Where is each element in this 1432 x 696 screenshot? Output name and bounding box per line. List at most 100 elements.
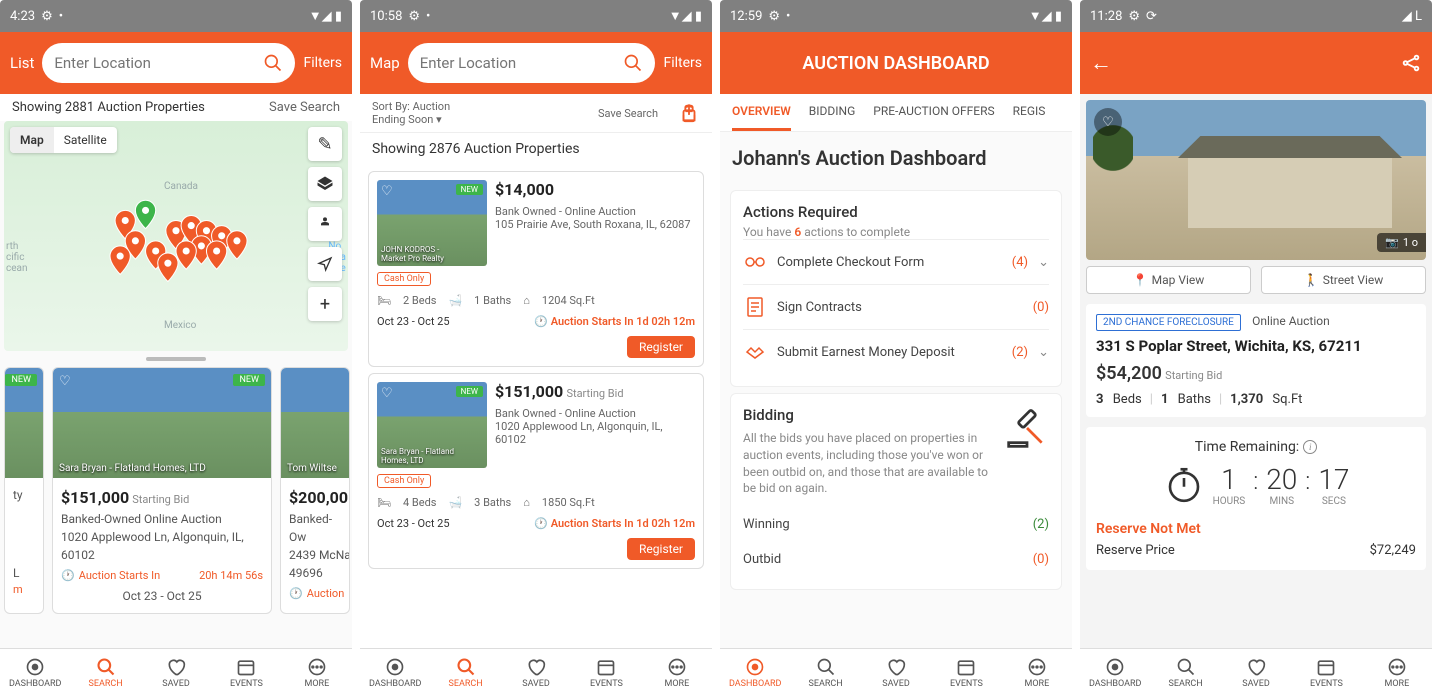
detail-header: ←: [1080, 32, 1432, 94]
street-view-button[interactable]: 🚶Street View: [1261, 266, 1426, 294]
nav-saved[interactable]: SAVED: [861, 649, 931, 696]
save-search-link[interactable]: Save Search: [269, 100, 340, 115]
status-bar: 12:59⚙• ▼◢ ▮: [720, 0, 1072, 32]
action-contracts[interactable]: Sign Contracts (0): [743, 284, 1049, 329]
starting-bid-price: $54,200: [1096, 363, 1162, 384]
search-field[interactable]: [42, 43, 295, 83]
auction-type: Bank Owned - Online Auction: [495, 407, 695, 420]
property-listcard[interactable]: ♡ NEW JOHN KODROS - Market Pro Realty $1…: [368, 171, 704, 367]
filters-button[interactable]: Filters: [663, 55, 702, 71]
nav-more[interactable]: MORE: [1002, 649, 1072, 696]
nav-search[interactable]: SEARCH: [1150, 649, 1220, 696]
card-auction: m: [13, 582, 35, 599]
card-dates: Oct 23 - Oct 25: [377, 315, 450, 328]
nav-dashboard[interactable]: DASHBOARD: [0, 649, 70, 696]
filters-button[interactable]: Filters: [303, 55, 342, 71]
property-card-partial[interactable]: Tom Wiltse $200,00 Banked-Ow 2439 McNa 4…: [280, 367, 350, 614]
timer-mins: 20: [1266, 463, 1297, 496]
nav-saved[interactable]: SAVED: [501, 649, 571, 696]
property-card-partial[interactable]: NEW ty L m: [4, 367, 44, 614]
baths-count: 1: [1161, 392, 1168, 407]
bidding-outbid[interactable]: Outbid (0): [743, 542, 1049, 577]
nav-search[interactable]: SEARCH: [790, 649, 860, 696]
nav-dashboard[interactable]: DASHBOARD: [720, 649, 790, 696]
nav-more[interactable]: MORE: [642, 649, 712, 696]
map-view-button[interactable]: 📍Map View: [1086, 266, 1251, 294]
card-type: ty: [13, 486, 35, 504]
search-input[interactable]: [420, 54, 624, 72]
property-card[interactable]: ♡ NEW Sara Bryan - Flatland Homes, LTD $…: [52, 367, 272, 614]
layers-icon[interactable]: [308, 167, 342, 201]
map[interactable]: rth cific cean No Atla Oce Canada Mexico…: [4, 121, 348, 351]
nav-saved[interactable]: SAVED: [1221, 649, 1291, 696]
sort-row: Sort By: Auction Ending Soon ▾ Save Sear…: [360, 94, 712, 133]
bottom-nav: DASHBOARD SEARCH SAVED EVENTS MORE: [360, 648, 712, 696]
bidding-title: Bidding: [743, 406, 997, 424]
card-address: 1020 Applewood Ln, Algonquin, IL, 60102: [61, 528, 263, 564]
favorite-icon[interactable]: ♡: [381, 184, 393, 199]
search-field[interactable]: [408, 43, 656, 83]
nav-more[interactable]: MORE: [1362, 649, 1432, 696]
zoom-in-icon[interactable]: +: [308, 287, 342, 321]
property-listcard[interactable]: ♡ NEW Sara Bryan - Flatland Homes, LTD $…: [368, 373, 704, 569]
view-list-toggle[interactable]: List: [10, 54, 34, 72]
nav-search[interactable]: SEARCH: [430, 649, 500, 696]
baths-label: Baths: [1178, 392, 1211, 407]
action-count: (2): [1012, 345, 1028, 360]
status-time: 11:28: [1090, 9, 1122, 24]
nav-events[interactable]: EVENTS: [1291, 649, 1361, 696]
sqft-count: 1,370: [1230, 392, 1263, 407]
image-count[interactable]: 📷1 o: [1377, 233, 1426, 252]
drag-handle[interactable]: [146, 357, 206, 361]
map-type-satellite[interactable]: Satellite: [54, 127, 117, 153]
locate-icon[interactable]: [308, 247, 342, 281]
nav-events[interactable]: EVENTS: [931, 649, 1001, 696]
nav-dashboard[interactable]: DASHBOARD: [1080, 649, 1150, 696]
status-bar: 4:23⚙• ▼◢ ▮: [0, 0, 352, 32]
property-hero-image[interactable]: ♡ 📷1 o: [1086, 100, 1426, 260]
view-map-toggle[interactable]: Map: [370, 54, 400, 72]
nav-events[interactable]: EVENTS: [211, 649, 281, 696]
streetview-icon[interactable]: [308, 207, 342, 241]
register-button[interactable]: Register: [627, 336, 695, 358]
property-carousel[interactable]: NEW ty L m ♡ NEW Sara Bryan - Flatland H…: [0, 367, 352, 614]
sync-icon: ⟳: [1146, 9, 1157, 24]
share-icon[interactable]: [1400, 52, 1422, 74]
starts-label: Auction Starts In: [551, 315, 634, 328]
back-icon[interactable]: ←: [1090, 50, 1112, 76]
timer-title: Time Remaining:: [1195, 439, 1299, 455]
favorite-icon[interactable]: ♡: [59, 374, 71, 389]
tab-overview[interactable]: OVERVIEW: [732, 104, 791, 131]
register-button[interactable]: Register: [627, 538, 695, 560]
nav-search[interactable]: SEARCH: [70, 649, 140, 696]
save-search-link[interactable]: Save Search: [598, 107, 658, 120]
nav-dashboard[interactable]: DASHBOARD: [360, 649, 430, 696]
sort-dropdown[interactable]: Sort By: Auction Ending Soon ▾: [372, 100, 598, 126]
document-icon: [743, 295, 767, 319]
nav-more[interactable]: MORE: [282, 649, 352, 696]
tab-registration[interactable]: REGIS: [1013, 104, 1046, 131]
starts-label: Auction: [307, 586, 345, 603]
favorite-icon[interactable]: ♡: [1094, 108, 1122, 136]
search-icon[interactable]: [263, 53, 283, 73]
agent-caption: JOHN KODROS - Market Pro Realty: [381, 245, 444, 264]
search-icon[interactable]: [623, 53, 643, 73]
search-input[interactable]: [54, 54, 263, 72]
draw-icon[interactable]: ✎: [308, 127, 342, 161]
share-icon[interactable]: [678, 102, 700, 124]
map-type-toggle[interactable]: Map Satellite: [10, 127, 117, 153]
bottom-nav: DASHBOARD SEARCH SAVED EVENTS MORE: [720, 648, 1072, 696]
info-icon[interactable]: i: [1303, 440, 1317, 454]
nav-events[interactable]: EVENTS: [571, 649, 641, 696]
nav-saved[interactable]: SAVED: [141, 649, 211, 696]
tab-bidding[interactable]: BIDDING: [809, 104, 856, 131]
card-text: L: [13, 564, 35, 582]
action-checkout[interactable]: Complete Checkout Form (4) ⌄: [743, 239, 1049, 284]
tab-preauction[interactable]: PRE-AUCTION OFFERS: [873, 104, 994, 131]
gear-icon: ⚙: [1128, 9, 1140, 24]
favorite-icon[interactable]: ♡: [381, 386, 393, 401]
action-earnest[interactable]: Submit Earnest Money Deposit (2) ⌄: [743, 329, 1049, 374]
bidding-winning[interactable]: Winning (2): [743, 507, 1049, 542]
reserve-status: Reserve Not Met: [1096, 521, 1416, 537]
map-type-map[interactable]: Map: [10, 127, 54, 153]
